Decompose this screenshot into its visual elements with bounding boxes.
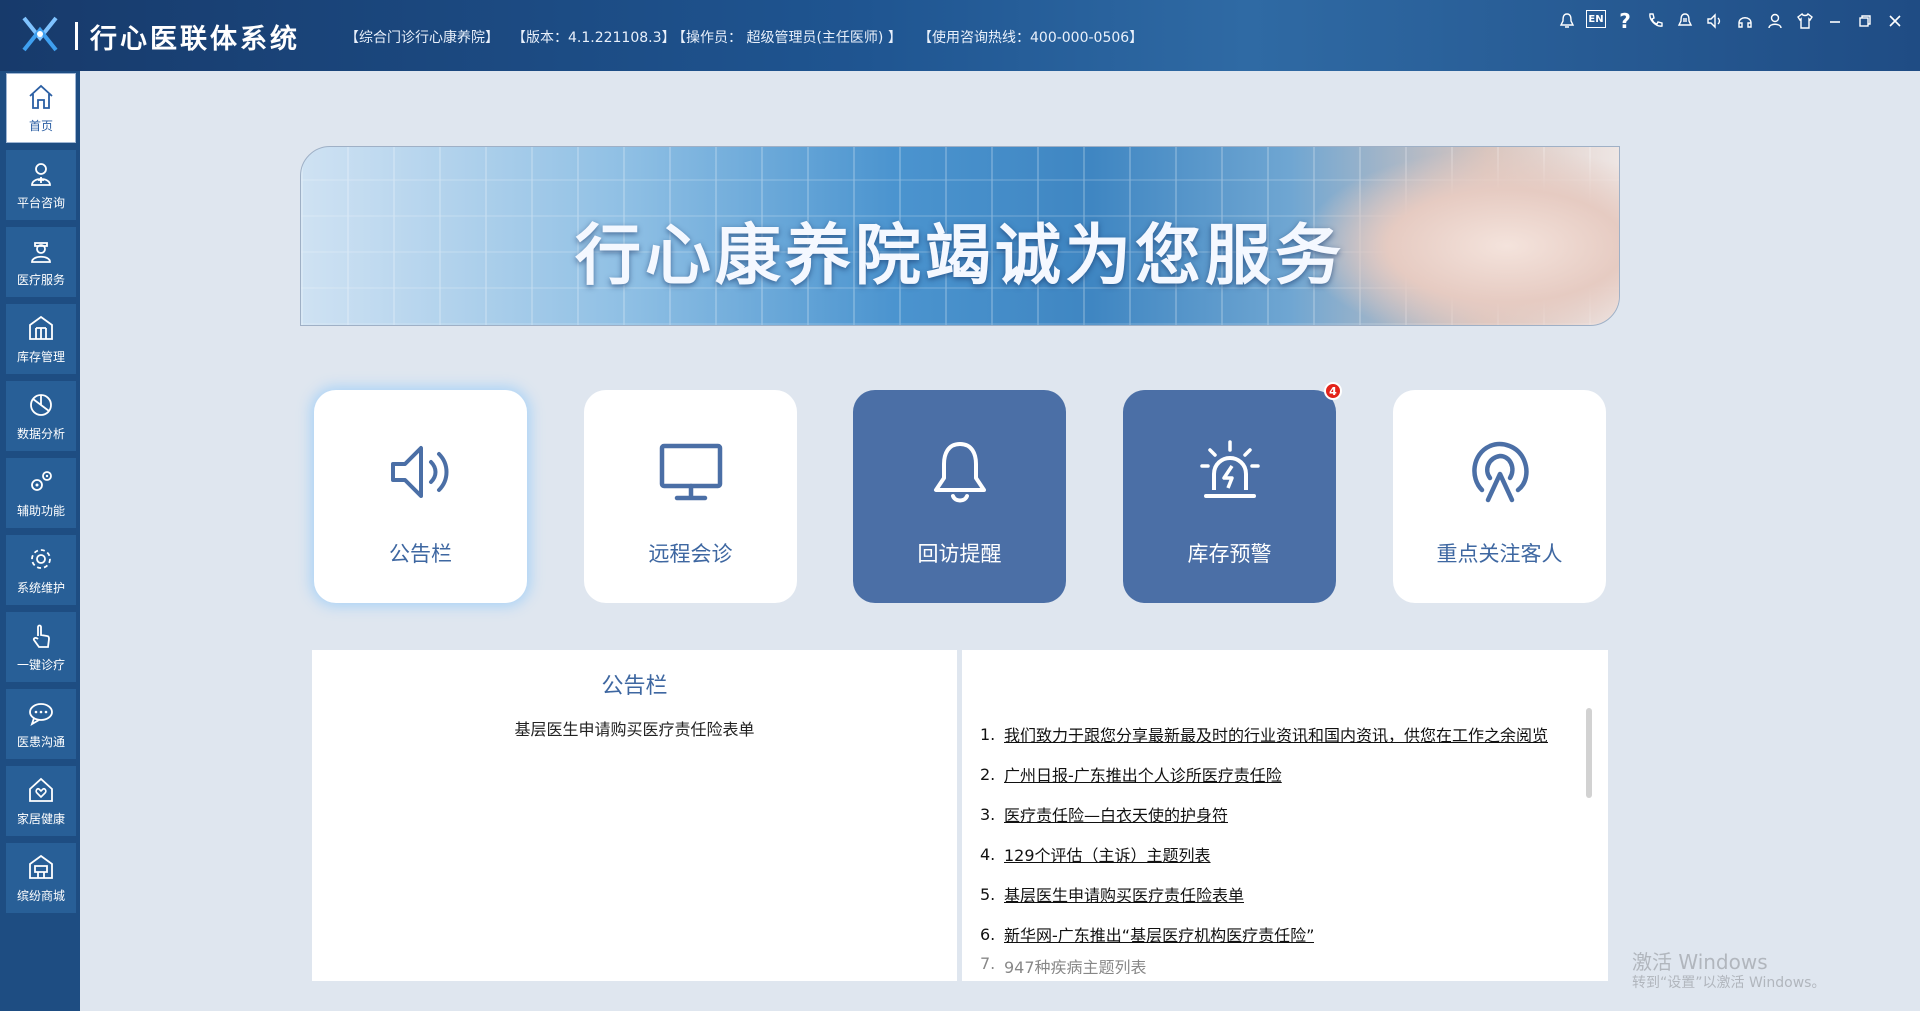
sidebar-item-label: 系统维护: [16, 580, 65, 595]
list-item[interactable]: 2. 广州日报-广东推出个人诊所医疗责任险: [980, 754, 1588, 794]
sidebar-item-label: 辅助功能: [16, 503, 65, 518]
announcement-panel: 公告栏 基层医生申请购买医疗责任险表单: [312, 650, 957, 981]
list-item[interactable]: 5. 基层医生申请购买医疗责任险表单: [980, 874, 1588, 914]
tile-label: 回访提醒: [917, 542, 1002, 566]
tile-label: 重点关注客人: [1436, 542, 1563, 566]
news-link[interactable]: 129个评估（主诉）主题列表: [1004, 842, 1211, 866]
banner-text: 行心康养院竭诚为您服务: [575, 217, 1345, 294]
home-icon: [29, 84, 53, 109]
doctor-icon: [31, 162, 51, 186]
news-panel: 1. 我们致力于跟您分享最新最及时的行业资讯和国内资讯，供您在工作之余阅览 2. 广…: [962, 650, 1608, 981]
phone-icon[interactable]: [1644, 10, 1666, 32]
news-link[interactable]: 我们致力于跟您分享最新最及时的行业资讯和国内资讯，供您在工作之余阅览: [1004, 722, 1548, 746]
bell-icon: [933, 442, 986, 503]
sidebar-item-label: 医疗服务: [16, 272, 65, 287]
notification-badge: 4: [1324, 382, 1342, 400]
title-separator: [75, 22, 78, 50]
sidebar-item-home[interactable]: 首页: [6, 73, 76, 143]
news-link[interactable]: 947种疾病主题列表: [1004, 954, 1147, 974]
sidebar-item-system-maintenance[interactable]: 系统维护: [6, 535, 76, 605]
pie-chart-icon: [30, 393, 52, 416]
news-link[interactable]: 广州日报-广东推出个人诊所医疗责任险: [1004, 762, 1282, 786]
tile-follow-up-reminder[interactable]: 回访提醒: [853, 390, 1066, 603]
clinic-info: 【综合门诊行心康养院】: [345, 30, 499, 46]
sidebar-item-medical-service[interactable]: 医疗服务: [6, 227, 76, 297]
sidebar-item-label: 缤纷商城: [16, 888, 65, 903]
warehouse-icon: [29, 315, 53, 340]
news-list: 1. 我们致力于跟您分享最新最及时的行业资讯和国内资讯，供您在工作之余阅览 2. 广…: [980, 714, 1588, 976]
sidebar-item-label: 数据分析: [16, 426, 65, 441]
sidebar-item-data-analysis[interactable]: 数据分析: [6, 381, 76, 451]
sidebar-item-mall[interactable]: 缤纷商城: [6, 843, 76, 913]
sidebar-item-one-click-diagnosis[interactable]: 一键诊疗: [6, 612, 76, 682]
app-logo-icon: [22, 16, 58, 52]
close-icon[interactable]: [1884, 10, 1906, 32]
signal-person-icon: [1471, 441, 1529, 503]
announcement-title: 公告栏: [601, 674, 668, 699]
news-scrollbar[interactable]: [1586, 708, 1592, 798]
sidebar-item-label: 一键诊疗: [16, 657, 65, 672]
user-icon[interactable]: [1764, 10, 1786, 32]
sidebar-item-label: 医患沟通: [16, 734, 65, 749]
list-item[interactable]: 3. 医疗责任险—白衣天使的护身符: [980, 794, 1588, 834]
news-link[interactable]: 基层医生申请购买医疗责任险表单: [1004, 882, 1244, 906]
list-item[interactable]: 6. 新华网-广东推出“基层医疗机构医疗责任险”: [980, 914, 1588, 954]
hotline-info: 【使用咨询热线：400-000-0506】: [918, 30, 1144, 46]
alert-bell-icon[interactable]: [1674, 10, 1696, 32]
news-link[interactable]: 新华网-广东推出“基层医疗机构医疗责任险”: [1004, 922, 1314, 946]
tile-label: 远程会诊: [648, 542, 733, 566]
window-toolbar: EN ?: [1556, 9, 1906, 33]
gears-icon: [31, 470, 52, 491]
list-item[interactable]: 7. 947种疾病主题列表: [980, 954, 1588, 974]
minimize-icon[interactable]: [1824, 10, 1846, 32]
tile-key-guests[interactable]: 重点关注客人: [1393, 390, 1606, 603]
notification-icon[interactable]: [1556, 10, 1578, 32]
sidebar-item-label: 家居健康: [16, 811, 65, 826]
nurse-icon: [31, 241, 51, 263]
chat-icon: [29, 702, 53, 726]
app-title: 行心医联体系统: [90, 24, 300, 55]
tile-inventory-warning[interactable]: 4 库存预警: [1123, 382, 1342, 603]
windows-activation-title: 激活 Windows: [1632, 950, 1768, 974]
sidebar-item-home-health[interactable]: 家居健康: [6, 766, 76, 836]
volume-icon[interactable]: [1704, 10, 1726, 32]
sidebar: 首页 平台咨询 医疗服务 库存管理 数据分析 辅助功能 系统维护 一键诊疗 医患…: [0, 71, 80, 1011]
announcement-content[interactable]: 基层医生申请购买医疗责任险表单: [312, 716, 957, 740]
headset-icon[interactable]: [1734, 10, 1756, 32]
monitor-icon: [659, 443, 722, 501]
title-bar: 行心医联体系统 【综合门诊行心康养院】 【版本：4.1.221108.3】 【操…: [0, 0, 1920, 71]
speaker-icon: [390, 446, 448, 498]
windows-activation-hint: 转到“设置”以激活 Windows。: [1632, 975, 1826, 991]
tile-announcement-board[interactable]: 公告栏: [314, 390, 527, 603]
sidebar-item-platform-consult[interactable]: 平台咨询: [6, 150, 76, 220]
sidebar-item-label: 库存管理: [16, 349, 65, 364]
restore-icon[interactable]: [1854, 10, 1876, 32]
sidebar-item-inventory[interactable]: 库存管理: [6, 304, 76, 374]
sidebar-item-auxiliary[interactable]: 辅助功能: [6, 458, 76, 528]
list-item[interactable]: 4. 129个评估（主诉）主题列表: [980, 834, 1588, 874]
version-info: 【版本：4.1.221108.3】: [512, 30, 676, 46]
alarm-light-icon: [1199, 440, 1260, 498]
tile-remote-consultation[interactable]: 远程会诊: [584, 390, 797, 603]
settings-icon: [31, 548, 51, 569]
sidebar-item-label: 首页: [28, 118, 53, 133]
operator-info: 【操作员： 超级管理员(主任医师) 】: [672, 30, 902, 46]
language-toggle-button[interactable]: EN: [1586, 10, 1606, 28]
list-item[interactable]: 1. 我们致力于跟您分享最新最及时的行业资讯和国内资讯，供您在工作之余阅览: [980, 714, 1588, 754]
sidebar-item-label: 平台咨询: [16, 195, 65, 210]
skin-icon[interactable]: [1794, 10, 1816, 32]
news-link[interactable]: 医疗责任险—白衣天使的护身符: [1004, 802, 1228, 826]
sidebar-item-doctor-patient-chat[interactable]: 医患沟通: [6, 689, 76, 759]
home-heart-icon: [29, 777, 53, 802]
tile-label: 公告栏: [389, 542, 452, 566]
banner: 行心康养院竭诚为您服务: [300, 146, 1620, 326]
touch-icon: [32, 624, 50, 648]
tile-label: 库存预警: [1187, 542, 1272, 566]
help-icon[interactable]: ?: [1614, 9, 1636, 33]
store-icon: [29, 854, 53, 879]
